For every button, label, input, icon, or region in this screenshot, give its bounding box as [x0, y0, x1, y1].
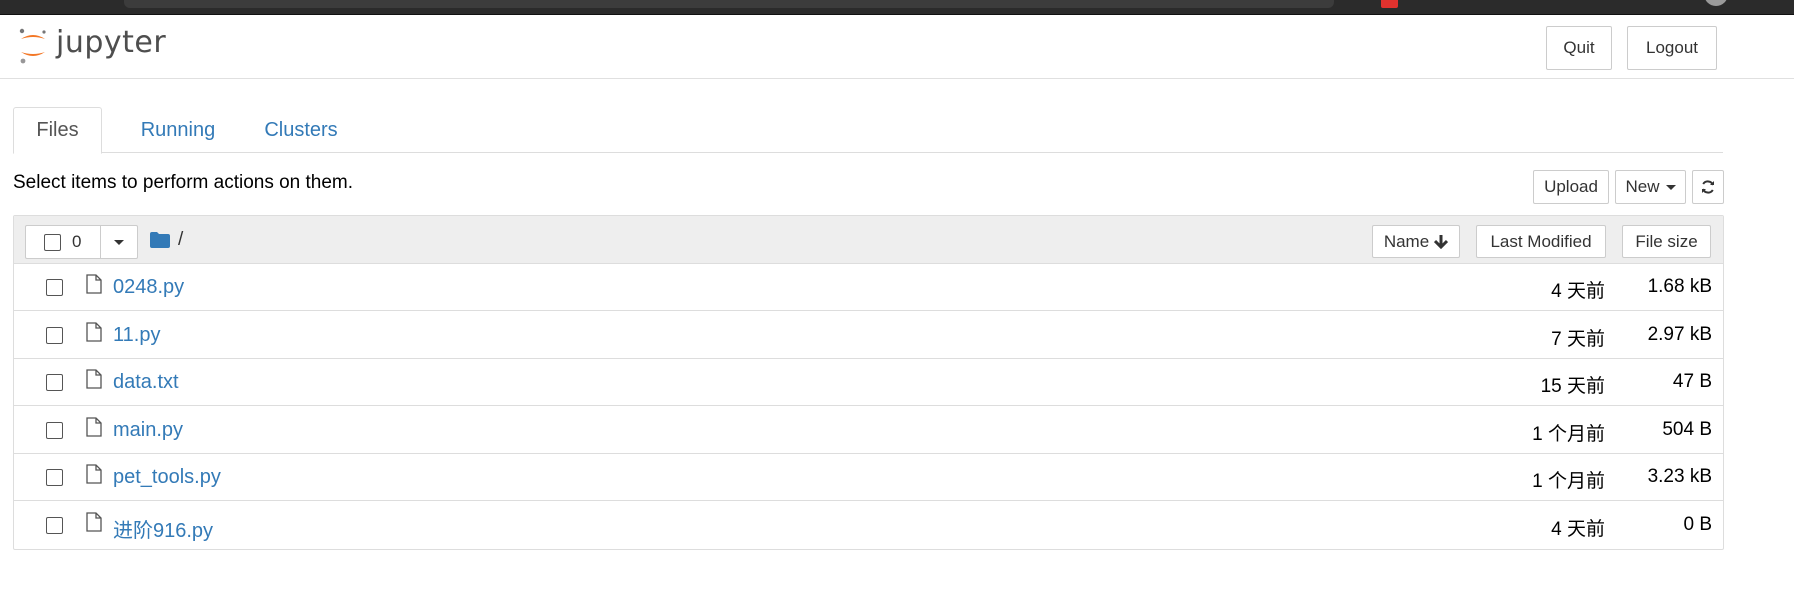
jupyter-logo[interactable]: jupyter	[18, 25, 166, 65]
file-name-link[interactable]: 11.py	[113, 324, 160, 347]
arrow-down-icon	[1434, 235, 1449, 249]
caret-down-icon	[114, 239, 124, 245]
refresh-button[interactable]	[1692, 170, 1724, 204]
file-modified: 4 天前	[1551, 281, 1605, 302]
file-icon	[86, 274, 102, 294]
file-modified: 7 天前	[1551, 329, 1605, 350]
jupyter-logo-icon	[19, 28, 46, 64]
breadcrumb: /	[150, 229, 183, 251]
sort-by-modified-button[interactable]: Last Modified	[1476, 225, 1606, 258]
folder-icon[interactable]	[150, 232, 170, 248]
file-size: 1.68 kB	[1647, 276, 1712, 297]
list-item[interactable]: pet_tools.py 1 个月前 3.23 kB	[14, 454, 1723, 501]
file-modified: 1 个月前	[1532, 424, 1605, 445]
selected-count: 0	[72, 232, 82, 251]
logo-text: jupyter	[56, 25, 167, 60]
select-all-control: 0	[26, 226, 101, 258]
tab-bar: Files Running Clusters	[13, 107, 1723, 154]
sort-by-name-button[interactable]: Name	[1372, 225, 1460, 258]
list-item[interactable]: data.txt 15 天前 47 B	[14, 359, 1723, 406]
browser-top-strip	[0, 0, 1794, 15]
item-checkbox[interactable]	[46, 327, 63, 344]
select-all-checkbox[interactable]	[44, 233, 61, 251]
new-button-label: New	[1625, 177, 1660, 196]
file-modified: 4 天前	[1551, 519, 1605, 540]
file-name-link[interactable]: 进阶916.py	[113, 514, 213, 543]
sort-by-size-button[interactable]: File size	[1622, 225, 1711, 258]
file-size: 504 B	[1662, 419, 1712, 440]
sort-name-label: Name	[1383, 231, 1430, 251]
breadcrumb-root[interactable]: /	[178, 229, 183, 251]
refresh-icon	[1702, 180, 1714, 194]
file-list-panel: 0 / Name Last Modified File size 0248.py…	[13, 215, 1724, 550]
caret-down-icon	[1665, 184, 1676, 190]
profile-avatar-icon[interactable]	[1704, 0, 1728, 6]
tab-running[interactable]: Running	[115, 107, 241, 153]
browser-address-bar[interactable]	[124, 0, 1334, 8]
file-icon	[86, 417, 102, 437]
file-size: 3.23 kB	[1647, 466, 1712, 487]
file-name-link[interactable]: pet_tools.py	[113, 466, 221, 489]
file-list-header: 0 / Name Last Modified File size	[14, 216, 1723, 264]
file-icon	[86, 512, 102, 532]
file-icon	[86, 369, 102, 389]
list-item[interactable]: 0248.py 4 天前 1.68 kB	[14, 264, 1723, 311]
file-size: 0 B	[1683, 514, 1712, 535]
extension-icon[interactable]	[1381, 0, 1398, 8]
item-checkbox[interactable]	[46, 279, 63, 296]
quit-button[interactable]: Quit	[1546, 26, 1612, 70]
tab-files[interactable]: Files	[13, 107, 102, 154]
item-checkbox[interactable]	[46, 374, 63, 391]
file-icon	[86, 464, 102, 484]
file-modified: 1 个月前	[1532, 471, 1605, 492]
select-all-group: 0	[25, 225, 138, 259]
item-checkbox[interactable]	[46, 469, 63, 486]
list-item[interactable]: 进阶916.py 4 天前 0 B	[14, 502, 1723, 549]
file-size: 47 B	[1672, 371, 1712, 392]
upload-button[interactable]: Upload	[1533, 170, 1609, 204]
file-name-link[interactable]: data.txt	[113, 371, 179, 394]
file-name-link[interactable]: main.py	[113, 419, 183, 442]
file-icon	[86, 322, 102, 342]
select-dropdown-toggle[interactable]	[101, 226, 137, 258]
file-size: 2.97 kB	[1647, 324, 1712, 345]
page-header: jupyter Quit Logout	[0, 15, 1794, 79]
item-checkbox[interactable]	[46, 422, 63, 439]
selection-instruction: Select items to perform actions on them.	[13, 172, 354, 193]
item-checkbox[interactable]	[46, 517, 63, 534]
new-dropdown-button[interactable]: New	[1615, 170, 1686, 204]
list-item[interactable]: 11.py 7 天前 2.97 kB	[14, 312, 1723, 359]
file-name-link[interactable]: 0248.py	[113, 276, 184, 299]
list-item[interactable]: main.py 1 个月前 504 B	[14, 407, 1723, 454]
logout-button[interactable]: Logout	[1627, 26, 1717, 70]
tab-clusters[interactable]: Clusters	[249, 107, 353, 153]
file-modified: 15 天前	[1540, 376, 1605, 397]
